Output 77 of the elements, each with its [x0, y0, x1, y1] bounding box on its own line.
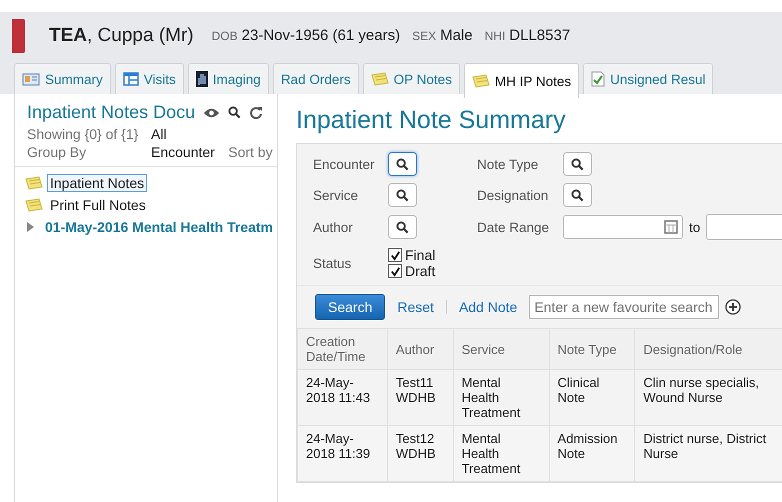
- filter-label: Status: [313, 256, 352, 270]
- lookup-button[interactable]: [563, 152, 592, 176]
- table-cell: Mental Health Treatment: [453, 426, 550, 482]
- add-icon[interactable]: [725, 299, 742, 315]
- group-by-value: Encounter: [151, 144, 216, 160]
- lookup-button[interactable]: [388, 183, 417, 207]
- tree-item[interactable]: 01-May-2016 Mental Health Treatm: [42, 218, 276, 236]
- filter-label: Author: [313, 220, 354, 234]
- tree-item[interactable]: Print Full Notes: [47, 196, 149, 214]
- note-icon: [25, 176, 43, 190]
- checkbox-label: Final: [405, 247, 436, 263]
- field-value: DLL8537: [509, 27, 570, 44]
- tree-item[interactable]: Inpatient Notes: [47, 174, 148, 192]
- filter-label: Designation: [477, 188, 550, 202]
- patient-name: TEA, Cuppa (Mr): [49, 25, 194, 47]
- column-header[interactable]: Creation Date/Time: [298, 328, 388, 370]
- checked-document-icon: [591, 71, 606, 87]
- search-icon: [571, 188, 584, 202]
- showing-value: All: [151, 126, 168, 142]
- checkbox[interactable]: [388, 264, 402, 278]
- reset-link[interactable]: Reset: [397, 299, 434, 315]
- group-by-label: Group By: [27, 144, 88, 160]
- lookup-button[interactable]: [563, 183, 592, 207]
- tab[interactable]: Unsigned Resul: [583, 63, 714, 94]
- column-header[interactable]: Service: [453, 328, 550, 370]
- search-icon: [396, 158, 409, 170]
- showing-label: Showing {0} of {1}: [27, 126, 140, 142]
- tab[interactable]: Imaging: [188, 63, 269, 94]
- field-label: NHI: [484, 29, 506, 43]
- field-value: 23-Nov-1956 (61 years): [242, 27, 400, 44]
- hand-xray-icon: [196, 71, 208, 87]
- eye-icon[interactable]: [203, 106, 220, 118]
- sort-by-label: Sort by: [228, 144, 274, 160]
- tab[interactable]: Visits: [114, 63, 184, 94]
- search-icon: [571, 158, 584, 170]
- field-label: DOB: [212, 29, 238, 43]
- field-label: SEX: [412, 29, 436, 43]
- table-cell: Test12 WDHB: [387, 426, 454, 482]
- checkbox[interactable]: [388, 248, 402, 262]
- page-title: Inpatient Note Summary: [296, 106, 567, 135]
- note-icon: [370, 72, 389, 86]
- panel-title: Inpatient Notes Docu: [27, 102, 196, 123]
- lookup-button[interactable]: [388, 152, 417, 176]
- filter-label: Note Type: [477, 156, 540, 172]
- field-value: Male: [440, 27, 473, 44]
- date-field[interactable]: [706, 214, 782, 240]
- lookup-button[interactable]: [388, 215, 417, 239]
- id-card-icon: [22, 72, 40, 86]
- refresh-icon[interactable]: [249, 106, 264, 120]
- expand-icon[interactable]: [27, 222, 34, 232]
- to-label: to: [689, 220, 700, 234]
- table-icon: [122, 72, 139, 86]
- search-icon: [396, 188, 409, 202]
- alert-marker: [12, 19, 25, 53]
- tab[interactable]: Summary: [14, 63, 111, 94]
- search-icon: [228, 106, 242, 119]
- tab[interactable]: OP Notes: [362, 63, 460, 94]
- table-cell: District nurse, District Nurse: [634, 426, 782, 482]
- filter-label: Encounter: [313, 156, 376, 172]
- filter-label: Service: [313, 188, 360, 202]
- search-icon: [396, 220, 409, 234]
- table-cell: 24-May-2018 11:39: [298, 426, 388, 482]
- tab[interactable]: Rad Orders: [272, 63, 359, 94]
- tab[interactable]: MH IP Notes: [464, 63, 580, 98]
- favourite-search-field[interactable]: Enter a new favourite search: [529, 295, 720, 319]
- column-header[interactable]: Note Type: [549, 328, 635, 370]
- column-header[interactable]: Designation/Role: [634, 328, 782, 370]
- date-field[interactable]: [563, 215, 683, 239]
- filter-label: Date Range: [477, 220, 550, 234]
- add-note-link[interactable]: Add Note: [458, 299, 518, 315]
- note-icon: [472, 74, 490, 88]
- calendar-icon[interactable]: [664, 220, 678, 234]
- table-cell: Admission Note: [549, 426, 635, 482]
- checkbox-label: Draft: [405, 263, 436, 279]
- search-button[interactable]: Search: [315, 294, 386, 320]
- column-header[interactable]: Author: [387, 328, 454, 370]
- note-icon: [25, 198, 43, 212]
